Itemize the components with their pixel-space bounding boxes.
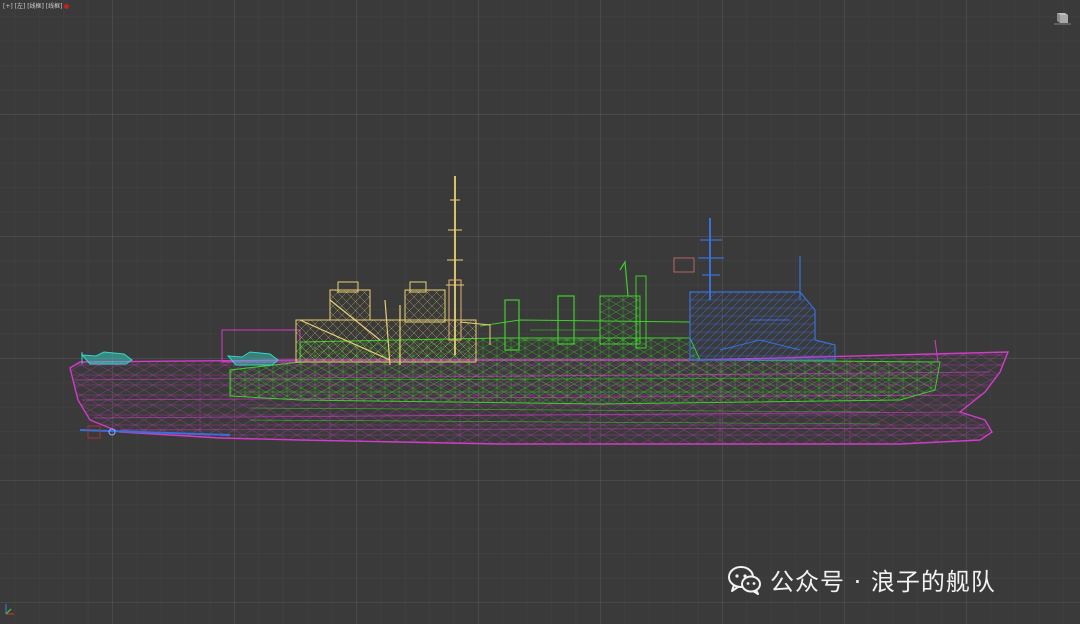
wechat-icon bbox=[728, 565, 761, 595]
helicopter-aft bbox=[80, 351, 133, 365]
bridge-wireframe bbox=[673, 218, 836, 361]
3d-viewport[interactable]: [+] [左] [线框] [线框] 公众号 · 浪子的舰队 bbox=[0, 0, 1080, 624]
watermark-text: 公众号 · 浪子的舰队 bbox=[770, 568, 996, 596]
axis-tripod-icon bbox=[5, 604, 14, 615]
watermark: 公众号 · 浪子的舰队 bbox=[728, 562, 996, 597]
ship-wireframe-model[interactable] bbox=[0, 0, 1080, 624]
superstructure-wireframe bbox=[295, 176, 491, 366]
helicopter-hangar bbox=[226, 351, 279, 366]
